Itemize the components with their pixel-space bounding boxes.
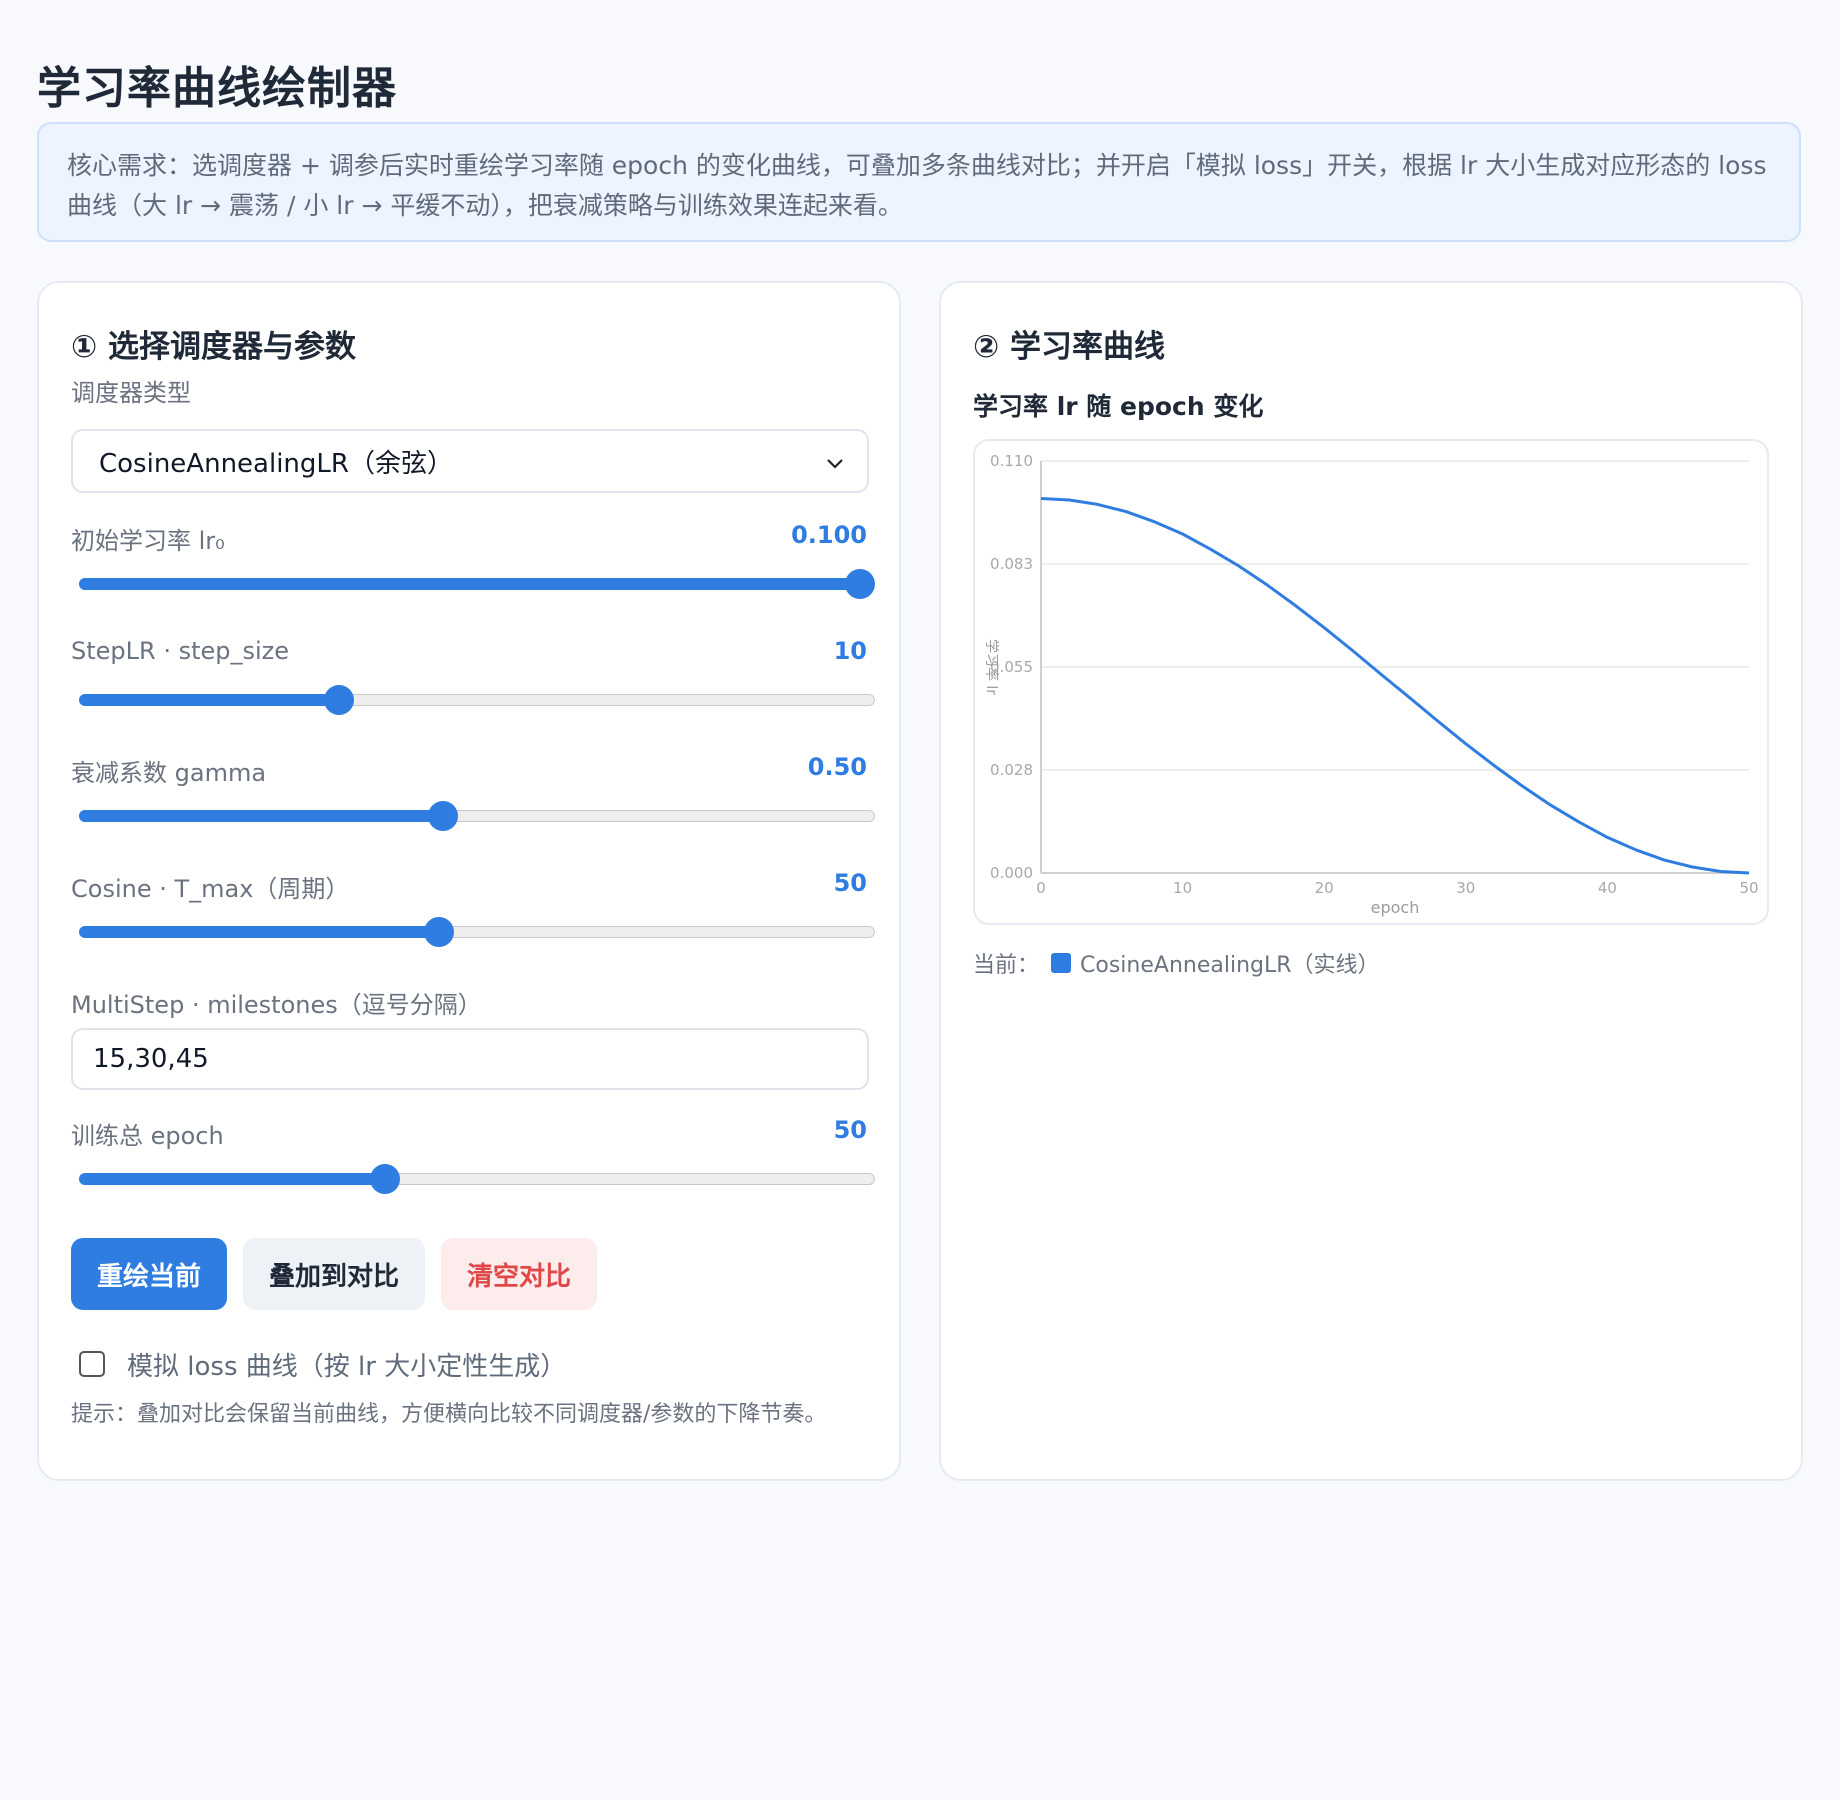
series-line-cosine xyxy=(1040,497,1750,875)
scheduler-panel: ① 选择调度器与参数 调度器类型 CosineAnnealingLR（余弦） 初… xyxy=(37,281,901,1481)
chart-panel: ② 学习率曲线 学习率 lr 随 epoch 变化 0.000 0.028 0.05… xyxy=(939,281,1803,1481)
app-page: 学习率曲线绘制器 核心需求：选调度器 + 调参后实时重绘学习率随 epoch 的… xyxy=(0,0,1840,1800)
scheduler-select[interactable]: CosineAnnealingLR（余弦） xyxy=(71,429,869,493)
initial-lr-slider[interactable] xyxy=(79,569,875,599)
step-size-value: 10 xyxy=(833,637,867,665)
x-tick-label: 40 xyxy=(1598,879,1617,897)
initial-lr-label: 初始学习率 lr₀ xyxy=(71,527,225,555)
page-title: 学习率曲线绘制器 xyxy=(37,63,397,114)
legend-label: CosineAnnealingLR（实线） xyxy=(1080,953,1380,978)
hint-text: 提示：叠加对比会保留当前曲线，方便横向比较不同调度器/参数的下降节奏。 xyxy=(71,1402,827,1427)
slider-thumb[interactable] xyxy=(324,685,355,715)
slider-thumb[interactable] xyxy=(427,801,458,831)
scheduler-type-label: 调度器类型 xyxy=(71,379,191,407)
lr-chart: 0.000 0.028 0.055 0.083 0.110 0 10 20 30 40 50 epoc… xyxy=(973,439,1769,925)
slider-fill xyxy=(79,810,443,822)
scheduler-panel-title: ① 选择调度器与参数 xyxy=(71,329,357,365)
y-tick-label: 0.083 xyxy=(990,555,1033,573)
initial-lr-value: 0.100 xyxy=(791,521,867,549)
x-tick-label: 30 xyxy=(1456,879,1475,897)
x-tick-label: 10 xyxy=(1173,879,1192,897)
milestones-input[interactable]: 15,30,45 xyxy=(71,1028,869,1090)
epochs-slider[interactable] xyxy=(79,1164,875,1194)
chart-panel-title: ② 学习率曲线 xyxy=(973,329,1166,365)
slider-fill xyxy=(79,926,439,938)
slider-thumb[interactable] xyxy=(845,569,875,599)
legend-prefix: 当前： xyxy=(973,953,1040,978)
epochs-value: 50 xyxy=(833,1116,867,1144)
clear-compare-button[interactable]: 清空对比 xyxy=(441,1238,597,1310)
overlay-button[interactable]: 叠加到对比 xyxy=(243,1238,425,1310)
slider-thumb[interactable] xyxy=(370,1164,401,1194)
y-tick-label: 0.000 xyxy=(990,864,1033,882)
lr-chart-svg: 0.0000.0280.0550.0830.1100 10 20 30 40 50epoc… xyxy=(983,452,1759,917)
chevron-down-icon xyxy=(827,459,843,469)
x-tick-label: 50 xyxy=(1739,879,1758,897)
slider-fill xyxy=(79,694,340,706)
slider-thumb[interactable] xyxy=(423,917,454,947)
t-max-value: 50 xyxy=(833,869,867,897)
t-max-label: Cosine · T_max（周期） xyxy=(71,875,350,903)
x-tick-label: 0 xyxy=(1036,879,1046,897)
y-tick-label: 0.110 xyxy=(990,452,1033,470)
requirements-notice: 核心需求：选调度器 + 调参后实时重绘学习率随 epoch 的变化曲线，可叠加多… xyxy=(37,122,1801,242)
x-axis-label: epoch xyxy=(1371,898,1420,917)
chart-legend: 当前： CosineAnnealingLR（实线） xyxy=(973,947,1380,979)
scheduler-select-value: CosineAnnealingLR（余弦） xyxy=(99,448,453,479)
t-max-slider[interactable] xyxy=(79,917,875,947)
step-size-label: StepLR · step_size xyxy=(71,637,290,665)
y-tick-label: 0.028 xyxy=(990,761,1033,779)
gamma-label: 衰减系数 gamma xyxy=(71,759,267,787)
gamma-value: 0.50 xyxy=(807,753,867,781)
epochs-label: 训练总 epoch xyxy=(71,1122,224,1150)
gamma-slider[interactable] xyxy=(79,801,875,831)
slider-fill xyxy=(79,578,860,590)
milestones-label: MultiStep · milestones（逗号分隔） xyxy=(71,991,482,1019)
slider-fill xyxy=(79,1173,386,1185)
loss-toggle-checkbox[interactable] xyxy=(79,1351,105,1377)
y-axis-label: 学习率 lr xyxy=(983,639,1000,695)
redraw-button[interactable]: 重绘当前 xyxy=(71,1238,227,1310)
chart-title: 学习率 lr 随 epoch 变化 xyxy=(973,392,1264,421)
loss-toggle-label[interactable]: 模拟 loss 曲线（按 lr 大小定性生成） xyxy=(127,1346,566,1383)
step-size-slider[interactable] xyxy=(79,685,875,715)
legend-swatch xyxy=(1051,953,1072,973)
x-tick-label: 20 xyxy=(1315,879,1334,897)
